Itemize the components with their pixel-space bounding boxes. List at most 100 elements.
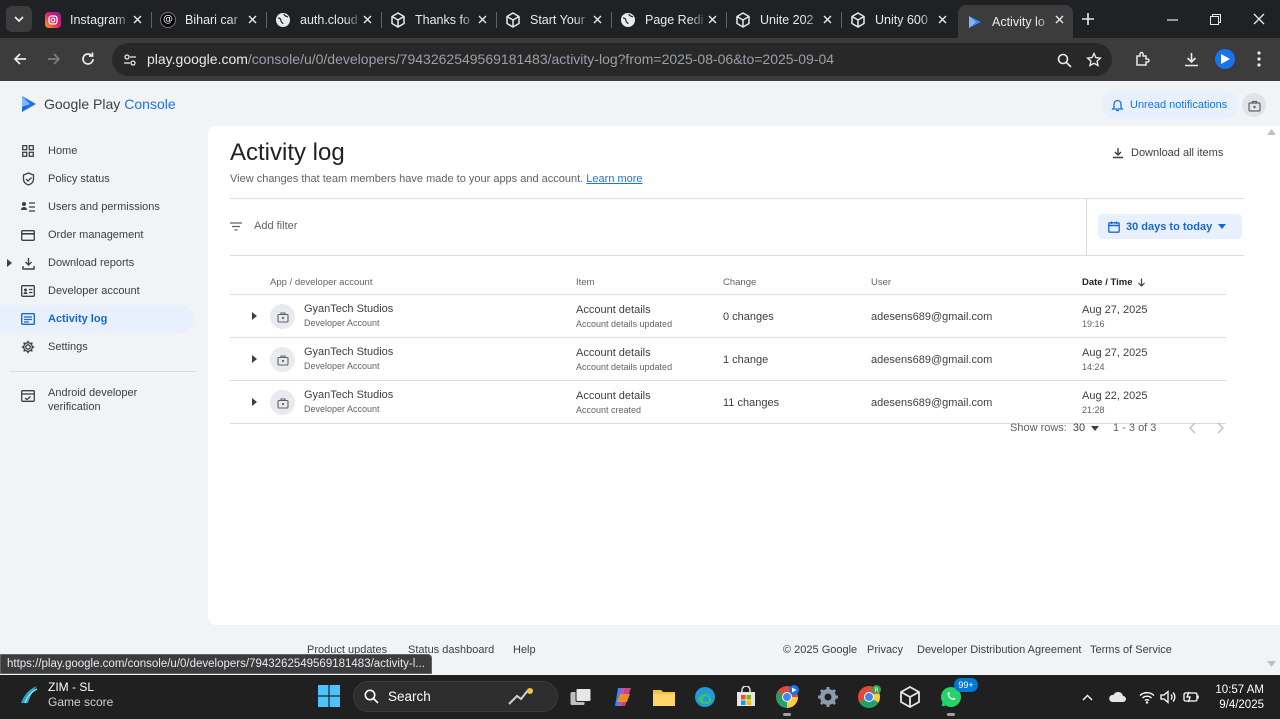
sidebar-item-home[interactable]: Home [0, 137, 205, 165]
news-widget[interactable]: ZIM - SL Game score [17, 680, 113, 710]
settings-gear-icon[interactable] [815, 684, 841, 710]
footer-help-link[interactable]: Help [513, 644, 536, 656]
reload-button[interactable] [77, 48, 99, 70]
browser-tab-auth-cloud[interactable]: auth.cloud [266, 5, 382, 34]
column-header-user[interactable]: User [871, 277, 891, 288]
battery-icon[interactable] [1182, 687, 1202, 707]
bookmark-star-icon[interactable] [1084, 50, 1104, 70]
dropdown-arrow-icon [1091, 425, 1100, 431]
browser-tab-unite[interactable]: Unite 202 [726, 5, 842, 34]
address-bar[interactable]: play.google.com/console/u/0/developers/7… [112, 43, 1112, 76]
footer-tos-link[interactable]: Terms of Service [1090, 644, 1172, 656]
close-tab-icon[interactable] [474, 11, 490, 27]
profile-avatar[interactable] [1214, 48, 1236, 70]
browser-tab-start-your[interactable]: Start Your [496, 5, 612, 34]
add-filter-button[interactable]: Add filter [230, 220, 297, 232]
copilot-icon[interactable] [610, 684, 636, 710]
browser-tab-bihari[interactable]: @ Bihari car [151, 5, 267, 34]
sidebar-item-download-reports[interactable]: Download reports [0, 249, 205, 277]
column-header-app[interactable]: App / developer account [270, 277, 372, 288]
show-rows-select[interactable]: 30 [1073, 422, 1100, 434]
system-clock[interactable]: 10:57 AM 9/4/2025 [1212, 683, 1264, 713]
taskbar-search[interactable]: Search [353, 681, 558, 712]
sidebar-item-order-management[interactable]: Order management [0, 221, 205, 249]
download-all-items-button[interactable]: Download all items [1112, 147, 1223, 159]
play-console-logo[interactable]: Google Play Console [20, 95, 176, 113]
tab-title: Unite 202 [760, 12, 814, 27]
footer-dda-link[interactable]: Developer Distribution Agreement [917, 644, 1081, 656]
table-row[interactable]: GyanTech Studios Developer Account Accoun… [230, 295, 1226, 338]
table-row[interactable]: GyanTech Studios Developer Account Accoun… [230, 338, 1226, 381]
chrome-profile-icon[interactable]: R [856, 684, 882, 710]
sidebar-item-activity-log[interactable]: Activity log [0, 305, 194, 333]
onedrive-icon[interactable] [1107, 687, 1127, 707]
clock-time: 10:57 AM [1215, 684, 1264, 696]
column-header-item[interactable]: Item [576, 277, 594, 288]
previous-page-button[interactable] [1183, 419, 1201, 437]
show-hidden-icons[interactable] [1077, 687, 1097, 707]
expand-row-icon[interactable] [249, 354, 259, 364]
learn-more-link[interactable]: Learn more [586, 173, 642, 185]
close-tab-icon[interactable] [359, 11, 375, 27]
downloads-button[interactable] [1180, 48, 1202, 70]
extensions-button[interactable] [1131, 48, 1153, 70]
next-page-button[interactable] [1211, 419, 1229, 437]
chevron-down-icon [14, 16, 24, 23]
microsoft-store-icon[interactable] [733, 684, 759, 710]
restore-button[interactable] [1204, 8, 1226, 30]
unread-notifications-button[interactable]: Unread notifications [1101, 91, 1240, 119]
developer-account-avatar[interactable] [1242, 93, 1266, 117]
browser-tab-thanks[interactable]: Thanks fo [381, 5, 497, 34]
close-tab-icon[interactable] [819, 11, 835, 27]
chrome-menu-button[interactable] [1248, 48, 1270, 70]
sidebar-item-developer-account[interactable]: Developer account [0, 277, 205, 305]
chrome-icon[interactable] [774, 684, 800, 716]
sidebar-item-users-permissions[interactable]: Users and permissions [0, 193, 205, 221]
cricket-icon [21, 686, 38, 704]
browser-tab-instagram[interactable]: Instagram [36, 5, 152, 34]
zoom-search-icon[interactable] [1054, 50, 1074, 70]
unity-icon [850, 11, 866, 28]
scroll-up-arrow-icon[interactable] [1267, 128, 1276, 135]
unity-hub-icon[interactable] [897, 684, 923, 710]
expand-caret-icon[interactable] [7, 258, 12, 270]
start-button[interactable] [318, 685, 340, 712]
column-header-change[interactable]: Change [723, 277, 756, 288]
sidebar-item-settings[interactable]: Settings [0, 333, 205, 361]
sidebar-item-policy-status[interactable]: Policy status [0, 165, 205, 193]
close-window-button[interactable] [1248, 8, 1270, 30]
close-tab-icon[interactable] [589, 11, 605, 27]
back-button[interactable] [9, 48, 31, 70]
close-tab-icon[interactable] [129, 11, 145, 27]
sidebar-item-label: Download reports [48, 257, 135, 269]
sidebar-item-android-verification[interactable]: Android developer verification [0, 382, 205, 416]
expand-row-icon[interactable] [249, 397, 259, 407]
notifications-label: Unread notifications [1130, 99, 1228, 111]
close-tab-icon[interactable] [704, 11, 720, 27]
forward-button[interactable] [43, 48, 65, 70]
close-tab-icon[interactable] [244, 11, 260, 27]
edge-icon[interactable] [692, 684, 718, 710]
site-info-icon[interactable] [120, 50, 140, 70]
expand-row-icon[interactable] [249, 311, 259, 321]
volume-icon[interactable] [1158, 687, 1178, 707]
column-header-date[interactable]: Date / Time [1082, 277, 1146, 288]
browser-tab-activity-log[interactable]: Activity lo [958, 5, 1073, 38]
browser-tab-page-redirect[interactable]: Page Redi [611, 5, 727, 34]
subtitle-text: View changes that team members have made… [230, 173, 584, 185]
task-view-icon[interactable] [568, 684, 594, 710]
minimize-icon [1166, 18, 1178, 21]
restore-icon [1209, 13, 1221, 25]
wifi-icon[interactable] [1137, 687, 1157, 707]
footer-privacy-link[interactable]: Privacy [867, 644, 903, 656]
developer-account-icon [270, 390, 295, 415]
date-range-dropdown[interactable]: 30 days to today [1098, 214, 1243, 239]
tab-search-button[interactable] [6, 6, 32, 32]
whatsapp-icon[interactable]: 99+ [938, 678, 978, 716]
minimize-button[interactable] [1161, 8, 1183, 30]
new-tab-button[interactable] [1078, 9, 1098, 29]
close-tab-icon[interactable] [1051, 11, 1067, 27]
close-tab-icon[interactable] [934, 11, 950, 27]
browser-tab-unity-6000[interactable]: Unity 600 [841, 5, 956, 34]
file-explorer-icon[interactable] [651, 684, 677, 710]
